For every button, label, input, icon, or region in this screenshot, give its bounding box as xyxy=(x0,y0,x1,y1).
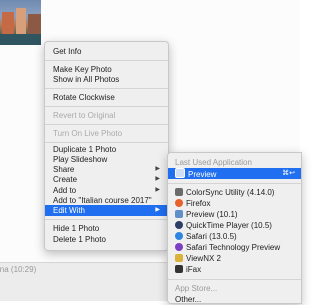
menu-item-get-info[interactable]: Get Info xyxy=(45,46,168,57)
submenu-item-ifax[interactable]: iFax xyxy=(168,264,301,275)
submenu-item-label: Preview xyxy=(188,170,217,179)
menu-item-create-label: Create xyxy=(53,175,78,184)
firefox-icon xyxy=(175,199,183,207)
menu-separator xyxy=(45,142,168,143)
bottom-caption: ina (10:29) xyxy=(0,265,37,274)
safari-icon xyxy=(175,232,183,240)
menu-item-revert-to-original: Revert to Original xyxy=(53,111,116,120)
submenu-item-preview-last-used[interactable]: Preview ⌘↩ xyxy=(168,168,301,179)
menu-separator xyxy=(45,106,168,107)
colorsync-icon xyxy=(175,188,183,196)
menu-item-hide[interactable]: Hide 1 Photo xyxy=(45,223,168,234)
preview-icon xyxy=(175,168,185,178)
submenu-item-firefox[interactable]: Firefox xyxy=(168,198,301,209)
photo-thumbnail[interactable] xyxy=(0,0,41,45)
submenu-item-colorsync[interactable]: ColorSync Utility (4.14.0) xyxy=(168,187,301,198)
quicktime-icon xyxy=(175,221,183,229)
shortcut-label: ⌘↩ xyxy=(282,170,295,177)
submenu-item-label: ViewNX 2 xyxy=(186,254,221,263)
menu-separator xyxy=(45,219,168,220)
submenu-item-label: ColorSync Utility (4.14.0) xyxy=(186,188,275,197)
submenu-separator xyxy=(168,279,301,280)
submenu-item-app-store[interactable]: App Store... xyxy=(168,283,301,294)
submenu-item-label: Safari Technology Preview xyxy=(186,243,281,252)
submenu-item-label: Firefox xyxy=(186,199,211,208)
submenu-arrow-icon: ▶ xyxy=(155,176,160,182)
menu-separator xyxy=(45,124,168,125)
menu-item-create[interactable]: Create ▶ xyxy=(45,174,168,185)
preview-icon xyxy=(175,210,183,218)
ifax-icon xyxy=(175,265,183,273)
menu-item-turn-on-live-photo: Turn On Live Photo xyxy=(53,129,123,138)
submenu-item-label: iFax xyxy=(186,265,202,274)
menu-item-share-label: Share xyxy=(53,165,75,174)
submenu-item-label: Safari (13.0.5) xyxy=(186,232,237,241)
menu-item-add-to-label: Add to xyxy=(53,186,77,195)
submenu-item-quicktime[interactable]: QuickTime Player (10.5) xyxy=(168,220,301,231)
safari-tp-icon xyxy=(175,243,183,251)
submenu-item-viewnx[interactable]: ViewNX 2 xyxy=(168,253,301,264)
menu-item-edit-with-label: Edit With xyxy=(53,206,86,215)
menu-item-show-in-all-photos[interactable]: Show in All Photos xyxy=(45,74,168,85)
context-menu: Get Info Make Key Photo Show in All Phot… xyxy=(44,41,169,251)
menu-separator xyxy=(45,60,168,61)
submenu-item-safari[interactable]: Safari (13.0.5) xyxy=(168,231,301,242)
menu-item-edit-with[interactable]: Edit With ▶ xyxy=(45,205,168,216)
submenu-header: Last Used Application xyxy=(175,158,252,167)
submenu-item-safari-tp[interactable]: Safari Technology Preview xyxy=(168,242,301,253)
viewnx-icon xyxy=(175,254,183,262)
menu-separator xyxy=(45,88,168,89)
submenu-item-preview[interactable]: Preview (10.1) xyxy=(168,209,301,220)
submenu-item-label: Preview (10.1) xyxy=(186,210,238,219)
submenu-item-label: QuickTime Player (10.5) xyxy=(186,221,272,230)
edit-with-submenu: Last Used Application Preview ⌘↩ ColorSy… xyxy=(167,152,302,304)
menu-item-delete[interactable]: Delete 1 Photo xyxy=(45,234,168,245)
submenu-arrow-icon: ▶ xyxy=(155,207,160,213)
submenu-separator xyxy=(168,183,301,184)
menu-item-rotate-clockwise[interactable]: Rotate Clockwise xyxy=(45,92,168,103)
